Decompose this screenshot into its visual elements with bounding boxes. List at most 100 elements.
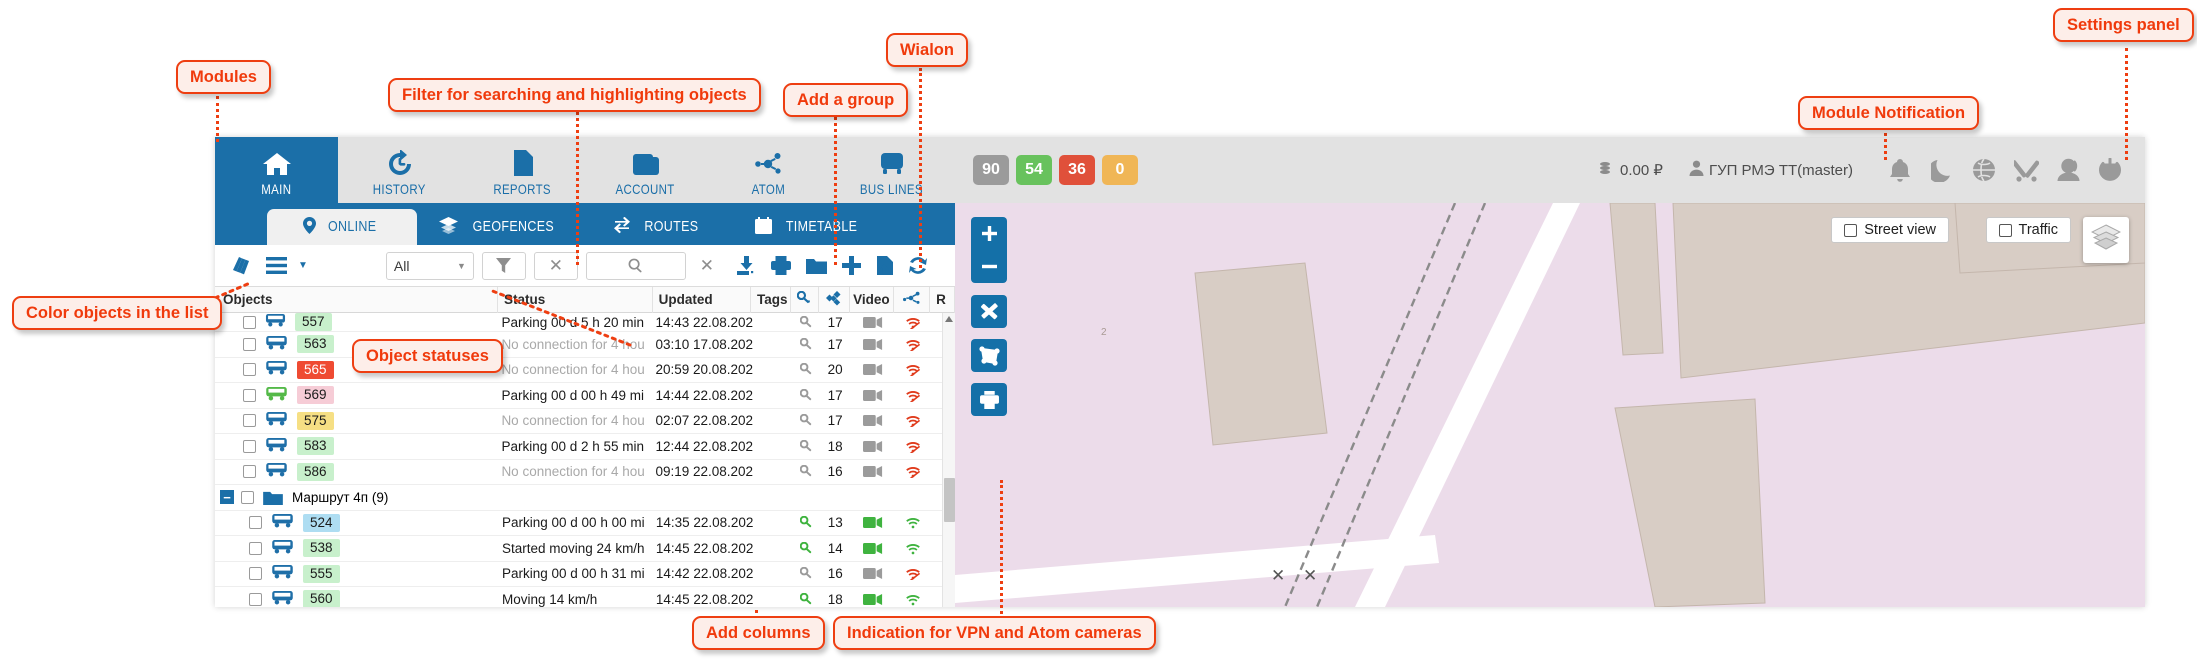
- row-checkbox[interactable]: [249, 541, 262, 555]
- table-row[interactable]: 575 No connection for 4 hou 02:07 22.08.…: [215, 409, 955, 434]
- table-row[interactable]: 586 No connection for 4 hou 09:19 22.08.…: [215, 460, 955, 485]
- module-tab-reports[interactable]: REPORTS: [461, 137, 584, 203]
- objects-table-body[interactable]: 557 Parking 00 d 5 h 20 min 14:43 22.08.…: [215, 313, 955, 607]
- table-row[interactable]: 555 Parking 00 d 00 h 31 mi 14:42 22.08.…: [215, 562, 955, 587]
- zoom-out-button[interactable]: [971, 250, 1007, 283]
- checkbox[interactable]: [1998, 223, 2012, 237]
- table-row[interactable]: 524 Parking 00 d 00 h 00 mi 14:35 22.08.…: [215, 511, 955, 536]
- annotation-vpn-atom: Indication for VPN and Atom cameras: [833, 616, 1156, 651]
- column-header-status[interactable]: Status: [498, 286, 653, 313]
- column-header-video[interactable]: Video: [850, 286, 895, 313]
- filter-select[interactable]: All ▼: [385, 251, 474, 280]
- module-tab-atom[interactable]: ATOM: [707, 137, 830, 203]
- tab-geofences[interactable]: GEOFENCES: [417, 209, 583, 245]
- account-balance[interactable]: 0.00 ₽: [1599, 161, 1663, 180]
- tab-label: ONLINE: [328, 219, 377, 235]
- row-checkbox[interactable]: [249, 567, 262, 581]
- map-canvas[interactable]: ✕ ✕ 2 Street view Traffic: [955, 203, 2145, 607]
- column-header-r[interactable]: R: [930, 286, 956, 313]
- annotation-settings-panel: Settings panel: [2053, 8, 2194, 43]
- tab-online[interactable]: ONLINE: [267, 209, 417, 245]
- row-checkbox[interactable]: [249, 592, 262, 606]
- column-header-objects[interactable]: Objects: [215, 286, 498, 313]
- print-icon[interactable]: [768, 254, 794, 277]
- filter-button[interactable]: [481, 251, 526, 280]
- table-row[interactable]: 560 Moving 14 km/h 14:45 22.08.2024 18: [215, 587, 955, 607]
- row-checkbox[interactable]: [243, 414, 256, 428]
- moon-night-mode-icon[interactable]: [1921, 158, 1963, 182]
- status-counter-online[interactable]: 54: [1016, 155, 1052, 185]
- traffic-toggle[interactable]: Traffic: [1985, 217, 2071, 243]
- tab-label: GEOFENCES: [472, 219, 555, 235]
- table-row[interactable]: 569 Parking 00 d 00 h 49 mi 14:44 22.08.…: [215, 383, 955, 409]
- column-header-updated[interactable]: Updated: [653, 286, 751, 313]
- column-header-satellite[interactable]: [819, 286, 850, 313]
- clear-search-button[interactable]: ✕: [693, 251, 720, 280]
- plus-add-icon[interactable]: [839, 254, 864, 277]
- tab-timetable[interactable]: TIMETABLE: [733, 209, 885, 245]
- measure-tools-icon[interactable]: [971, 295, 1007, 328]
- module-tab-main[interactable]: MAIN: [215, 137, 338, 203]
- row-checkbox[interactable]: [243, 315, 256, 329]
- module-tab-account[interactable]: ACCOUNT: [584, 137, 707, 203]
- column-header-vpn[interactable]: [894, 286, 931, 313]
- column-header-tags[interactable]: Tags: [751, 286, 792, 313]
- table-group-row[interactable]: − Маршрут 4п (9): [215, 485, 955, 511]
- row-checkbox[interactable]: [243, 465, 256, 479]
- history-icon: [386, 147, 414, 177]
- print-map-icon[interactable]: [971, 383, 1007, 416]
- import-file-icon[interactable]: [873, 254, 896, 277]
- support-headset-icon[interactable]: [2047, 158, 2089, 182]
- status-counter-offline[interactable]: 36: [1059, 155, 1095, 185]
- status-counter-total[interactable]: 90: [973, 155, 1009, 185]
- zoom-in-button[interactable]: [971, 217, 1007, 250]
- refresh-icon[interactable]: [905, 254, 931, 277]
- search-input[interactable]: [585, 251, 686, 280]
- table-row[interactable]: 565 No connection for 4 hou 20:59 20.08.…: [215, 358, 955, 383]
- table-row[interactable]: 538 Started moving 24 km/h 14:45 22.08.2…: [215, 536, 955, 562]
- chevron-down-icon[interactable]: ▼: [298, 260, 308, 271]
- scrollbar-thumb[interactable]: [944, 478, 955, 522]
- group-checkbox[interactable]: [241, 490, 254, 504]
- row-updated: 20:59 20.08.2024: [655, 362, 754, 378]
- module-tab-label: MAIN: [261, 181, 292, 197]
- module-tab-bus-lines[interactable]: BUS LINES: [830, 137, 953, 203]
- column-header-key[interactable]: [791, 286, 819, 313]
- table-row[interactable]: 557 Parking 00 d 5 h 20 min 14:43 22.08.…: [215, 313, 955, 332]
- clear-filter-button[interactable]: ✕: [533, 251, 578, 280]
- row-checkbox[interactable]: [243, 363, 256, 377]
- folder-icon[interactable]: [803, 255, 830, 276]
- atom-network-icon: [754, 147, 784, 177]
- row-checkbox[interactable]: [243, 337, 256, 351]
- group-collapse-toggle[interactable]: −: [220, 490, 234, 505]
- scroll-up-arrow-icon[interactable]: [945, 316, 953, 322]
- row-video-icon: [851, 562, 895, 587]
- download-icon[interactable]: [734, 254, 759, 277]
- row-object-cell: 524: [215, 511, 502, 536]
- bell-notification-icon[interactable]: [1879, 158, 1921, 183]
- row-checkbox[interactable]: [243, 388, 256, 402]
- list-lines-icon[interactable]: [263, 255, 290, 276]
- row-vpn-icon: [895, 383, 931, 408]
- table-row[interactable]: 563 No connection for 4 hou 03:10 17.08.…: [215, 332, 955, 358]
- row-tags: [753, 562, 792, 587]
- user-account[interactable]: ГУП РМЭ ТТ(master): [1689, 160, 1853, 180]
- row-object-cell: 583: [215, 434, 501, 459]
- chevron-down-icon: ▼: [456, 260, 466, 271]
- tools-settings-icon[interactable]: [2005, 158, 2047, 182]
- row-checkbox[interactable]: [249, 516, 262, 530]
- checkbox[interactable]: [1844, 223, 1858, 237]
- row-checkbox[interactable]: [243, 439, 256, 453]
- color-palette-icon[interactable]: [229, 254, 257, 278]
- globe-language-icon[interactable]: [1963, 158, 2005, 182]
- tab-routes[interactable]: ROUTES: [583, 209, 733, 245]
- table-row[interactable]: 583 Parking 00 d 2 h 55 min 12:44 22.08.…: [215, 434, 955, 460]
- objects-list-scrollbar[interactable]: [942, 313, 955, 607]
- module-tab-history[interactable]: HISTORY: [338, 137, 461, 203]
- status-counter-warning[interactable]: 0: [1102, 155, 1138, 185]
- street-view-toggle[interactable]: Street view: [1831, 217, 1949, 243]
- map-layers-button[interactable]: [2083, 217, 2129, 263]
- power-logout-icon[interactable]: [2089, 157, 2131, 183]
- polygon-draw-icon[interactable]: [971, 339, 1007, 372]
- coins-icon: [1599, 161, 1615, 180]
